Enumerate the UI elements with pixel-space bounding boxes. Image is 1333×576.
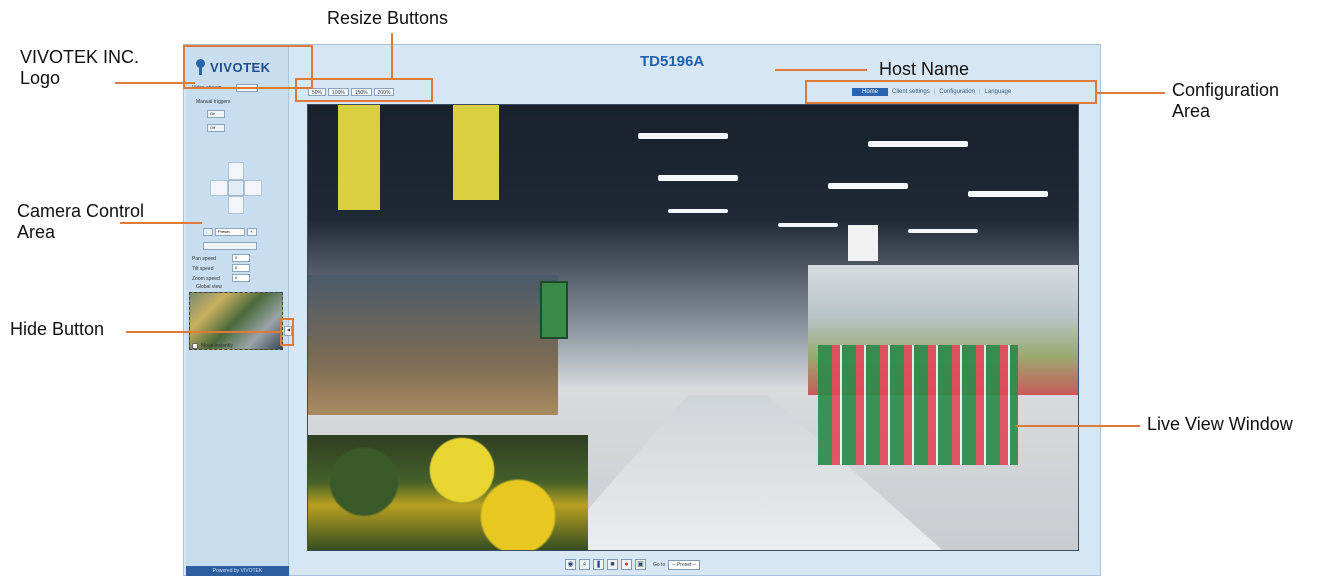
trigger-on-button[interactable]: On bbox=[207, 110, 225, 118]
host-name-leader-line bbox=[775, 69, 867, 71]
pause-icon[interactable]: ❚ bbox=[593, 559, 604, 570]
zoom-speed-select[interactable]: 0 bbox=[232, 274, 250, 282]
annotation-host-name: Host Name bbox=[879, 59, 970, 79]
ceiling-light bbox=[668, 209, 728, 213]
store-banner bbox=[338, 105, 380, 210]
store-banner bbox=[453, 105, 499, 200]
ceiling-light bbox=[638, 133, 728, 139]
live-view-leader-line bbox=[1015, 425, 1140, 427]
hide-button-highlight-box bbox=[280, 318, 294, 346]
ceiling-light bbox=[828, 183, 908, 189]
ceiling-light bbox=[908, 229, 978, 233]
global-view-thumbnail[interactable] bbox=[189, 292, 283, 350]
powered-by-footer: Powered by VIVOTEK bbox=[186, 566, 289, 576]
tilt-down-button[interactable] bbox=[228, 196, 244, 214]
produce-display bbox=[308, 435, 588, 550]
annotation-resize-buttons: Resize Buttons bbox=[327, 8, 449, 28]
manual-triggers-label[interactable]: Manual triggers bbox=[196, 99, 230, 105]
live-view-toolbar: ◉ ⌕ ❚ ■ ● ▣ Go to -- Preset -- bbox=[565, 559, 701, 570]
live-view-window[interactable] bbox=[307, 104, 1079, 551]
ceiling-light bbox=[778, 223, 838, 227]
price-sign bbox=[540, 281, 568, 339]
camera-control-leader-line bbox=[120, 222, 202, 224]
preset-next-button[interactable]: + bbox=[247, 228, 257, 236]
tilt-speed-label: Tilt speed bbox=[192, 266, 214, 272]
configuration-area-highlight-box bbox=[805, 80, 1097, 104]
resize-buttons-highlight-box bbox=[295, 78, 433, 102]
resize-leader-line bbox=[391, 33, 393, 79]
global-view-label[interactable]: Global view bbox=[196, 284, 222, 290]
preset-select[interactable]: Preset bbox=[215, 228, 245, 236]
zoom-focus-buttons[interactable] bbox=[203, 242, 257, 250]
home-position-button[interactable] bbox=[228, 180, 244, 196]
hide-button-leader-line bbox=[126, 331, 282, 333]
pan-right-button[interactable] bbox=[244, 180, 262, 196]
stop-icon[interactable]: ■ bbox=[607, 559, 618, 570]
digital-zoom-icon[interactable]: ⌕ bbox=[579, 559, 590, 570]
pan-speed-label: Pan speed bbox=[192, 256, 216, 262]
pan-speed-select[interactable]: 0 bbox=[232, 254, 250, 262]
snapshot-icon[interactable]: ◉ bbox=[565, 559, 576, 570]
tilt-speed-select[interactable]: 0 bbox=[232, 264, 250, 272]
host-name: TD5196A bbox=[640, 53, 705, 70]
go-to-select[interactable]: -- Preset -- bbox=[668, 559, 701, 570]
record-icon[interactable]: ● bbox=[621, 559, 632, 570]
go-to-label: Go to bbox=[653, 561, 666, 568]
trigger-off-button[interactable]: Off bbox=[207, 124, 225, 132]
hanging-sign bbox=[848, 225, 878, 261]
ceiling-light bbox=[968, 191, 1048, 197]
annotation-live-view-window: Live View Window bbox=[1147, 414, 1293, 434]
annotation-hide-button: Hide Button bbox=[10, 319, 105, 339]
annotation-configuration-area: Configuration Area bbox=[1172, 80, 1280, 121]
zoom-speed-label: Zoom speed bbox=[192, 276, 220, 282]
beverage-display bbox=[818, 345, 1018, 465]
logo-leader-line bbox=[115, 82, 195, 84]
tilt-up-button[interactable] bbox=[228, 162, 244, 180]
configuration-leader-line bbox=[1097, 92, 1165, 94]
move-instantly-label: Move instantly bbox=[201, 343, 233, 349]
ptz-direction-pad[interactable] bbox=[210, 162, 262, 214]
pan-left-button[interactable] bbox=[210, 180, 228, 196]
move-instantly-checkbox[interactable] bbox=[192, 343, 198, 349]
left-shelves bbox=[308, 275, 558, 415]
ceiling-light bbox=[868, 141, 968, 147]
fullscreen-icon[interactable]: ▣ bbox=[635, 559, 646, 570]
ceiling-light bbox=[658, 175, 738, 181]
logo-highlight-box bbox=[183, 45, 313, 89]
preset-prev-button[interactable]: - bbox=[203, 228, 213, 236]
